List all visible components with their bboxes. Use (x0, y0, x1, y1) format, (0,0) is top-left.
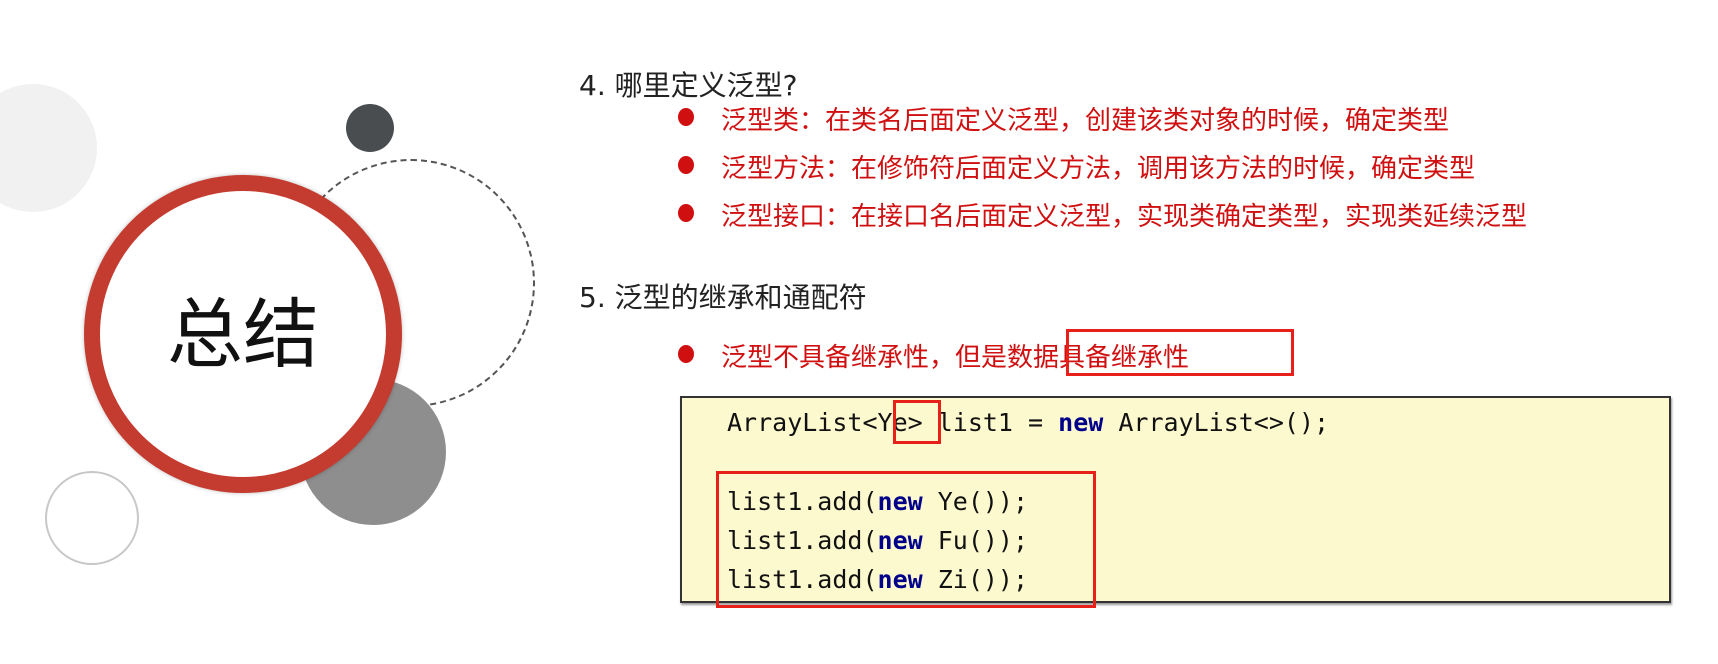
bullet-icon (678, 108, 694, 126)
decor-light-circle (0, 84, 97, 212)
section5-heading: 5. 泛型的继承和通配符 (579, 281, 867, 314)
bullet-icon (678, 345, 694, 363)
highlight-box-add-calls (716, 471, 1096, 608)
highlight-box-data-inheritance (1066, 329, 1294, 376)
bullet-inheritance-prefix: 泛型不具备继承性，但是 (721, 343, 1008, 373)
slide-title: 总结 (167, 290, 319, 379)
decor-dark-circle (346, 104, 394, 152)
bullet-icon (678, 204, 694, 222)
bullet-generic-class: 泛型类：在类名后面定义泛型，创建该类对象的时候，确定类型 (721, 106, 1450, 136)
highlight-box-ye-type (893, 400, 941, 444)
section4-heading: 4. 哪里定义泛型? (579, 69, 798, 102)
code-line-declaration: ArrayList<Ye> list1 = new ArrayList<>(); (727, 408, 1330, 437)
bullet-generic-method: 泛型方法：在修饰符后面定义方法，调用该方法的时候，确定类型 (721, 154, 1476, 184)
bullet-generic-interface: 泛型接口：在接口名后面定义泛型，实现类确定类型，实现类延续泛型 (721, 202, 1528, 232)
bullet-icon (678, 156, 694, 174)
decor-outline-circle (45, 471, 139, 565)
